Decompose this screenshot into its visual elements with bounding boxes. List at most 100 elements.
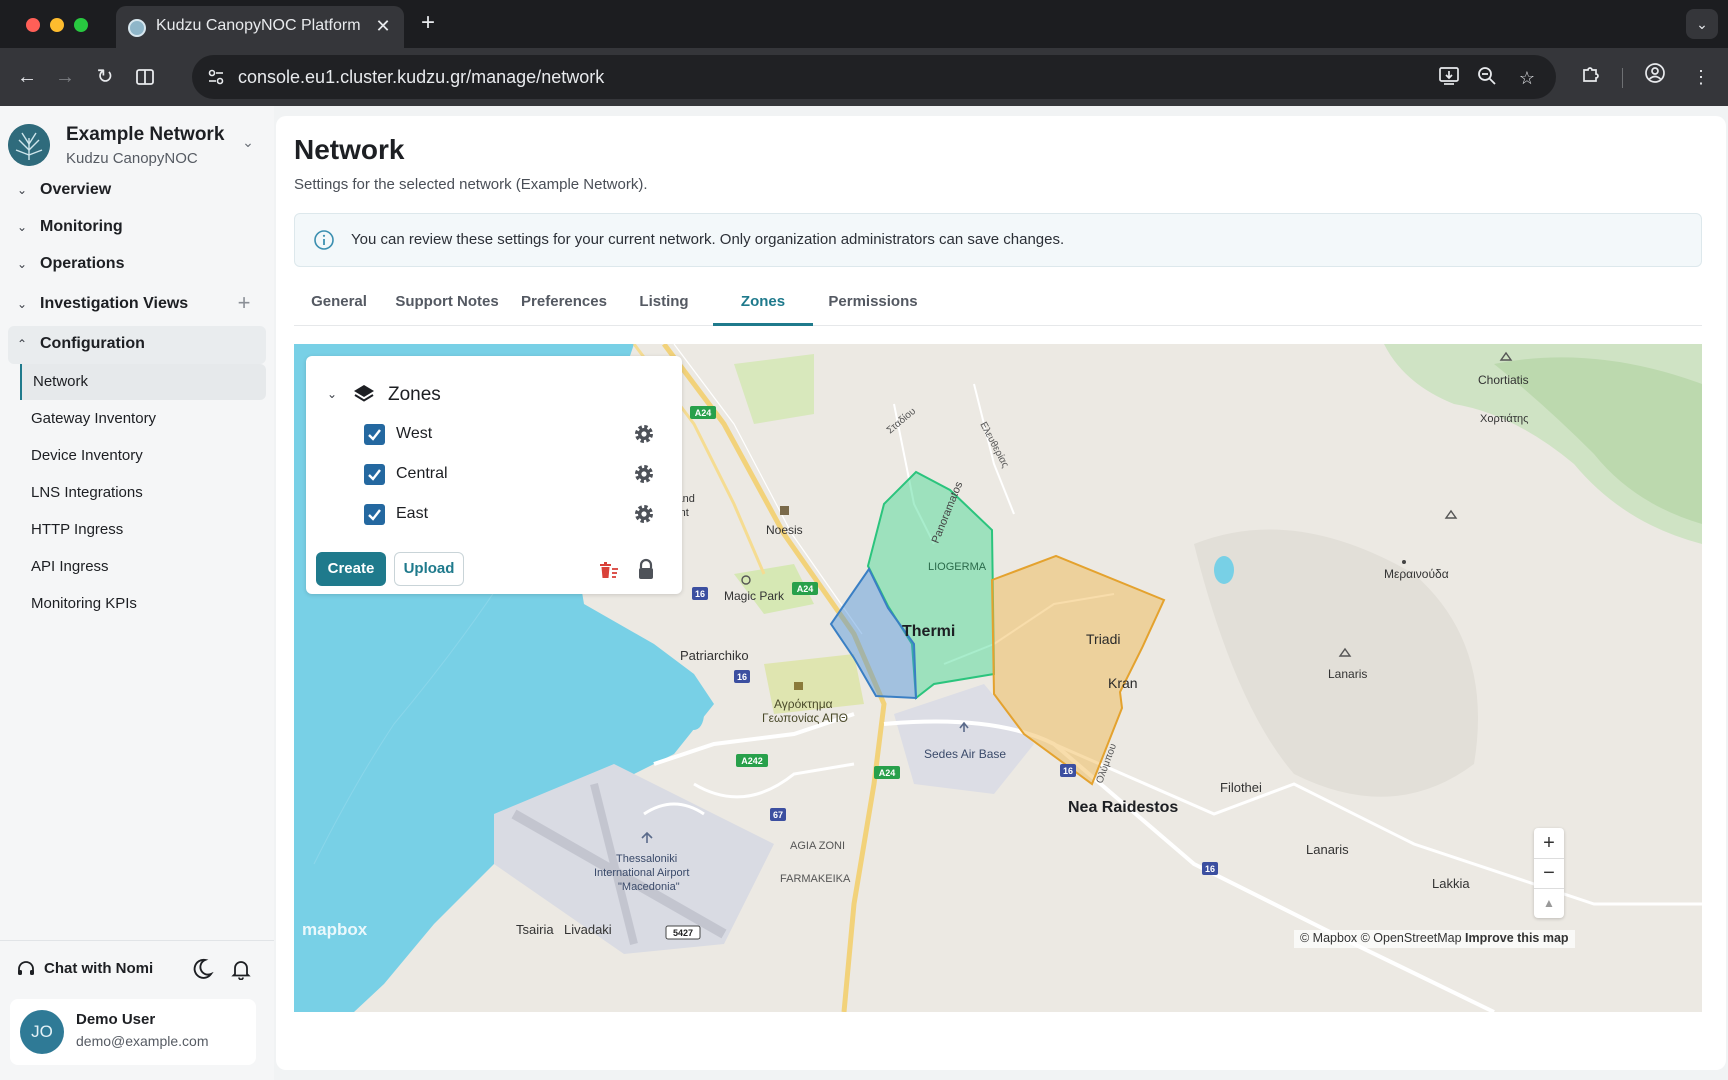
org-name[interactable]: Example Network [66,124,224,146]
zone-name: West [396,425,433,442]
zone-row-east: East [364,500,654,528]
road-shield-label: 16 [737,672,747,682]
info-banner-text: You can review these settings for your c… [351,231,1065,248]
collapse-chevron-icon[interactable]: ⌄ [324,386,340,402]
road-shield-label: 16 [1205,864,1215,874]
gear-icon[interactable] [632,422,656,446]
gear-icon[interactable] [632,502,656,526]
improve-map-link[interactable]: Improve this map [1465,931,1569,945]
tab-zones[interactable]: Zones [713,282,813,326]
zone-checkbox-central[interactable] [364,464,385,485]
sidebar-item-api-ingress[interactable]: API Ingress [20,549,266,585]
dark-mode-toggle-icon[interactable] [190,957,214,981]
reload-icon[interactable]: ↻ [90,62,120,92]
map-label: Patriarchiko [680,648,749,663]
close-tab-icon[interactable]: ✕ [370,13,396,39]
forward-arrow-icon[interactable]: → [50,62,80,92]
mapbox-logo[interactable]: mapbox [302,920,367,940]
lock-icon[interactable] [636,558,656,580]
chevron-down-icon: ⌄ [16,297,28,311]
tab-permissions[interactable]: Permissions [818,282,928,326]
avatar: JO [20,1010,64,1054]
sidebar-item-monitoring-kpis[interactable]: Monitoring KPIs [20,586,266,622]
delete-trash-icon[interactable] [598,559,620,581]
map-label: Lakkia [1432,876,1470,891]
install-app-icon[interactable] [1436,65,1462,91]
org-logo [8,124,50,166]
zones-map[interactable]: A24 16 A24 16 16 A242 A24 67 16 16 5427 … [294,344,1702,1012]
tab-preferences[interactable]: Preferences [514,282,614,326]
zoom-in-icon[interactable]: + [1534,828,1564,858]
map-label: Filothei [1220,780,1262,795]
extensions-icon[interactable] [1576,62,1606,92]
nav-section-configuration[interactable]: ⌃ Configuration [8,326,266,364]
chevron-up-icon: ⌃ [16,337,28,351]
headset-icon[interactable] [16,959,36,979]
map-zoom-controls: + − ▲ [1534,828,1564,918]
zoom-out-icon[interactable]: − [1534,858,1564,888]
map-label: Nea Raidestos [1068,799,1178,816]
browser-tab[interactable]: Kudzu CanopyNOC Platform ✕ [116,6,404,48]
sidebar-item-device-inventory[interactable]: Device Inventory [20,438,266,474]
bookmark-star-icon[interactable]: ☆ [1514,65,1540,91]
tab-general[interactable]: General [294,282,384,326]
gear-icon[interactable] [632,462,656,486]
site-info-icon[interactable] [206,67,226,87]
compass-icon[interactable]: ▲ [1534,888,1564,918]
url-text[interactable]: console.eu1.cluster.kudzu.gr/manage/netw… [238,67,604,88]
tab-search-chevron-icon[interactable]: ⌄ [1686,9,1718,39]
address-bar[interactable]: console.eu1.cluster.kudzu.gr/manage/netw… [192,55,1556,99]
nav-section-overview[interactable]: ⌄ Overview [8,172,266,210]
zone-checkbox-east[interactable] [364,504,385,525]
layers-icon [352,382,376,406]
zoom-out-icon[interactable] [1474,65,1500,91]
create-zone-button[interactable]: Create [316,552,386,586]
org-product: Kudzu CanopyNOC [66,150,198,167]
map-label: "Macedonia" [618,881,680,893]
profile-icon[interactable] [1640,62,1670,92]
user-card[interactable]: JO Demo User demo@example.com [10,999,256,1065]
road-shield-label: 5427 [673,928,693,938]
sidebar-item-label: API Ingress [31,558,109,575]
attribution-text[interactable]: © Mapbox © OpenStreetMap [1300,931,1462,945]
map-label: Chortiatis [1478,373,1529,387]
tab-listing[interactable]: Listing [626,282,702,326]
back-arrow-icon[interactable]: ← [12,62,42,92]
browser-menu-icon[interactable]: ⋮ [1686,62,1716,92]
user-email: demo@example.com [76,1033,209,1049]
sidebar-item-lns-integrations[interactable]: LNS Integrations [20,475,266,511]
sidebar-item-network[interactable]: Network [20,364,266,400]
nav-section-monitoring[interactable]: ⌄ Monitoring [8,209,266,247]
info-icon [313,229,335,251]
browser-tab-title: Kudzu CanopyNOC Platform [156,17,361,34]
nav-section-operations[interactable]: ⌄ Operations [8,246,266,284]
window-minimize-button[interactable] [50,18,64,32]
sidebar-item-label: Device Inventory [31,447,143,464]
split-view-icon[interactable] [130,62,160,92]
browser-tab-bar: Kudzu CanopyNOC Platform ✕ + ⌄ [0,0,1728,48]
road-shield-label: A24 [797,584,814,594]
nav-section-investigation-views[interactable]: ⌄ Investigation Views + [8,286,266,324]
page-title: Network [294,134,405,165]
chevron-down-icon: ⌄ [16,183,28,197]
add-view-icon[interactable]: + [232,292,256,316]
tab-support-notes[interactable]: Support Notes [390,282,504,326]
zone-checkbox-west[interactable] [364,424,385,445]
window-maximize-button[interactable] [74,18,88,32]
sidebar-item-http-ingress[interactable]: HTTP Ingress [20,512,266,548]
map-label: AGIA ZONI [790,840,845,852]
road-shield-label: A24 [695,408,712,418]
chat-with-nomi-button[interactable]: Chat with Nomi [44,960,153,977]
notifications-bell-icon[interactable] [230,958,252,981]
zones-panel-title: Zones [388,384,441,405]
map-label: Sedes Air Base [924,747,1006,761]
sidebar-item-gateway-inventory[interactable]: Gateway Inventory [20,401,266,437]
upload-zone-button[interactable]: Upload [394,552,464,586]
new-tab-icon[interactable]: + [414,10,442,38]
map-label: Magic Park [724,589,785,603]
window-close-button[interactable] [26,18,40,32]
org-switcher-chevron-icon[interactable]: ⌄ [238,134,258,154]
sidebar-item-label: Network [33,373,89,390]
chevron-down-icon: ⌄ [16,220,28,234]
page-subtitle: Settings for the selected network (Examp… [294,176,648,193]
